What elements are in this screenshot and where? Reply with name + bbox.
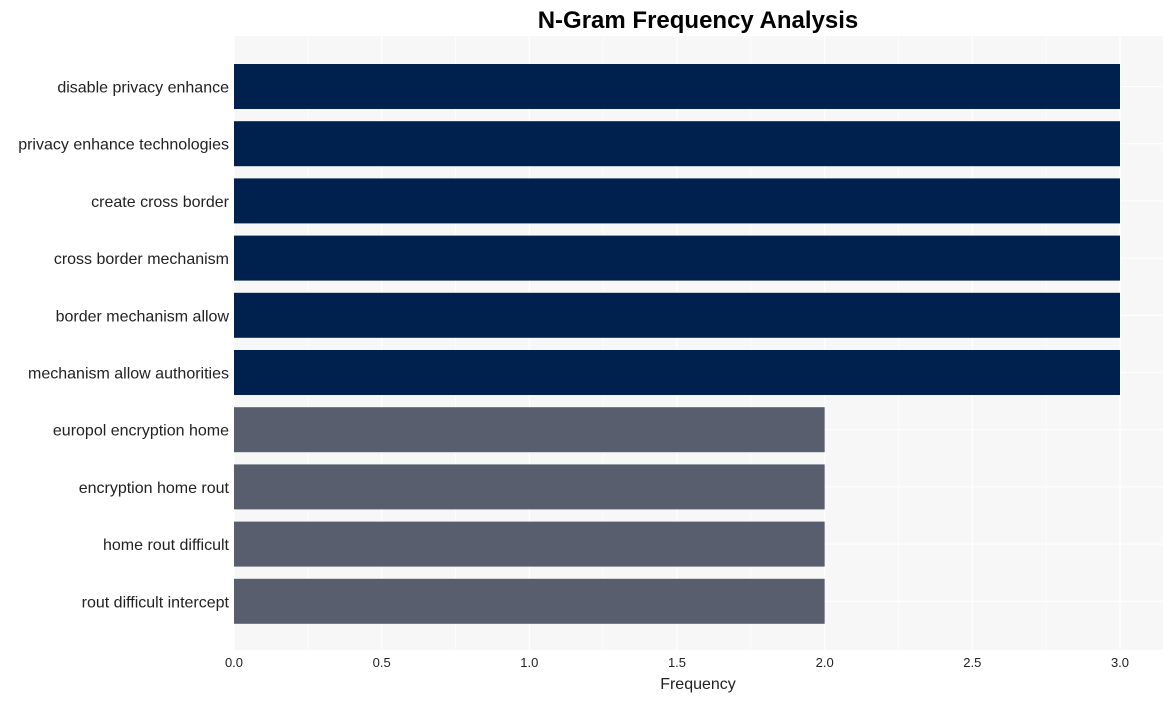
bar <box>234 121 1120 167</box>
y-tick-label: europol encryption home <box>53 423 229 440</box>
x-axis-label: Frequency <box>660 676 736 693</box>
y-tick-label: create cross border <box>91 194 230 211</box>
bar <box>234 292 1120 338</box>
bar <box>234 178 1120 224</box>
x-tick-label: 2.5 <box>963 655 981 670</box>
y-tick-label: privacy enhance technologies <box>18 137 229 154</box>
x-tick-label: 1.5 <box>668 655 686 670</box>
y-tick-label: rout difficult intercept <box>82 594 230 611</box>
ngram-bar-chart: disable privacy enhance privacy enhance t… <box>18 7 1163 693</box>
x-tick-label: 1.0 <box>520 655 538 670</box>
y-tick-label: home rout difficult <box>103 537 230 554</box>
bar <box>234 235 1120 281</box>
bar <box>234 578 825 624</box>
y-tick-label: cross border mechanism <box>54 251 229 268</box>
x-tick-labels: 0.0 0.5 1.0 1.5 2.0 2.5 3.0 <box>225 655 1129 670</box>
bar <box>234 64 1120 109</box>
x-tick-label: 3.0 <box>1111 655 1129 670</box>
y-tick-labels: disable privacy enhance privacy enhance t… <box>18 80 229 612</box>
bar <box>234 521 825 567</box>
x-tick-label: 0.5 <box>373 655 391 670</box>
bar <box>234 407 825 453</box>
y-tick-label: border mechanism allow <box>56 308 230 325</box>
chart-title: N-Gram Frequency Analysis <box>538 7 859 34</box>
x-tick-label: 0.0 <box>225 655 243 670</box>
bar <box>234 350 1120 395</box>
bar <box>234 464 825 510</box>
y-tick-label: encryption home rout <box>79 480 230 497</box>
x-tick-label: 2.0 <box>816 655 834 670</box>
y-tick-label: disable privacy enhance <box>57 80 229 97</box>
y-tick-label: mechanism allow authorities <box>28 366 229 383</box>
